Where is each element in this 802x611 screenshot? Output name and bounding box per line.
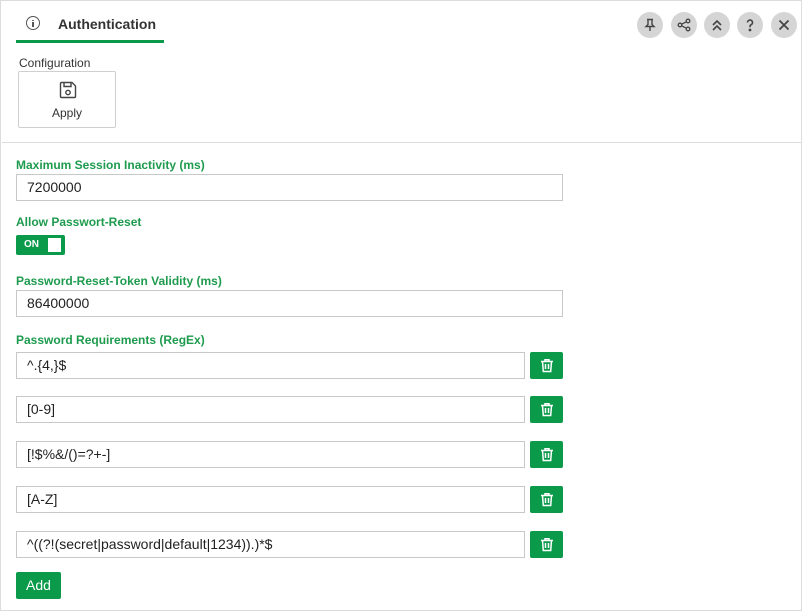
allow-reset-label: Allow Passwort-Reset	[16, 215, 142, 229]
collapse-button[interactable]	[704, 12, 730, 38]
help-button[interactable]	[737, 12, 763, 38]
info-icon[interactable]	[26, 16, 40, 30]
password-requirements-label: Password Requirements (RegEx)	[16, 333, 205, 347]
regex-input-2[interactable]: [0-9]	[16, 396, 525, 423]
regex-input-1[interactable]: ^.{4,}$	[16, 352, 525, 379]
share-icon	[677, 18, 691, 32]
share-button[interactable]	[671, 12, 697, 38]
section-label-configuration: Configuration	[19, 56, 91, 70]
session-inactivity-label: Maximum Session Inactivity (ms)	[16, 158, 205, 172]
regex-input-4[interactable]: [A-Z]	[16, 486, 525, 513]
close-button[interactable]	[771, 12, 797, 38]
help-icon	[746, 19, 754, 32]
delete-regex-button-1[interactable]	[530, 352, 563, 379]
trash-icon	[540, 359, 553, 373]
pin-button[interactable]	[637, 12, 663, 38]
tab-authentication[interactable]: Authentication	[16, 9, 164, 43]
page-title: Authentication	[58, 16, 156, 32]
pin-icon	[644, 18, 656, 31]
trash-icon	[540, 493, 553, 507]
delete-regex-button-4[interactable]	[530, 486, 563, 513]
token-validity-label: Password-Reset-Token Validity (ms)	[16, 274, 222, 288]
regex-input-5[interactable]: ^((?!(secret|password|default|1234)).)*$	[16, 531, 525, 558]
session-inactivity-input[interactable]: 7200000	[16, 174, 563, 201]
allow-reset-toggle[interactable]: ON	[16, 235, 65, 255]
token-validity-input[interactable]: 86400000	[16, 290, 563, 317]
panel: Authentication Configuration Apply Maxim…	[0, 0, 802, 611]
collapse-icon	[712, 19, 722, 31]
delete-regex-button-2[interactable]	[530, 396, 563, 423]
trash-icon	[540, 448, 553, 462]
trash-icon	[540, 538, 553, 552]
add-regex-button[interactable]: Add	[16, 572, 61, 599]
delete-regex-button-3[interactable]	[530, 441, 563, 468]
apply-button-label: Apply	[51, 106, 83, 120]
toggle-state-label: ON	[24, 239, 39, 250]
toggle-knob	[48, 238, 61, 252]
close-icon	[778, 19, 790, 31]
apply-button[interactable]: Apply	[18, 71, 116, 128]
trash-icon	[540, 403, 553, 417]
regex-input-3[interactable]: [!$%&/()=?+-]	[16, 441, 525, 468]
delete-regex-button-5[interactable]	[530, 531, 563, 558]
save-icon	[59, 81, 77, 99]
divider	[2, 142, 802, 143]
